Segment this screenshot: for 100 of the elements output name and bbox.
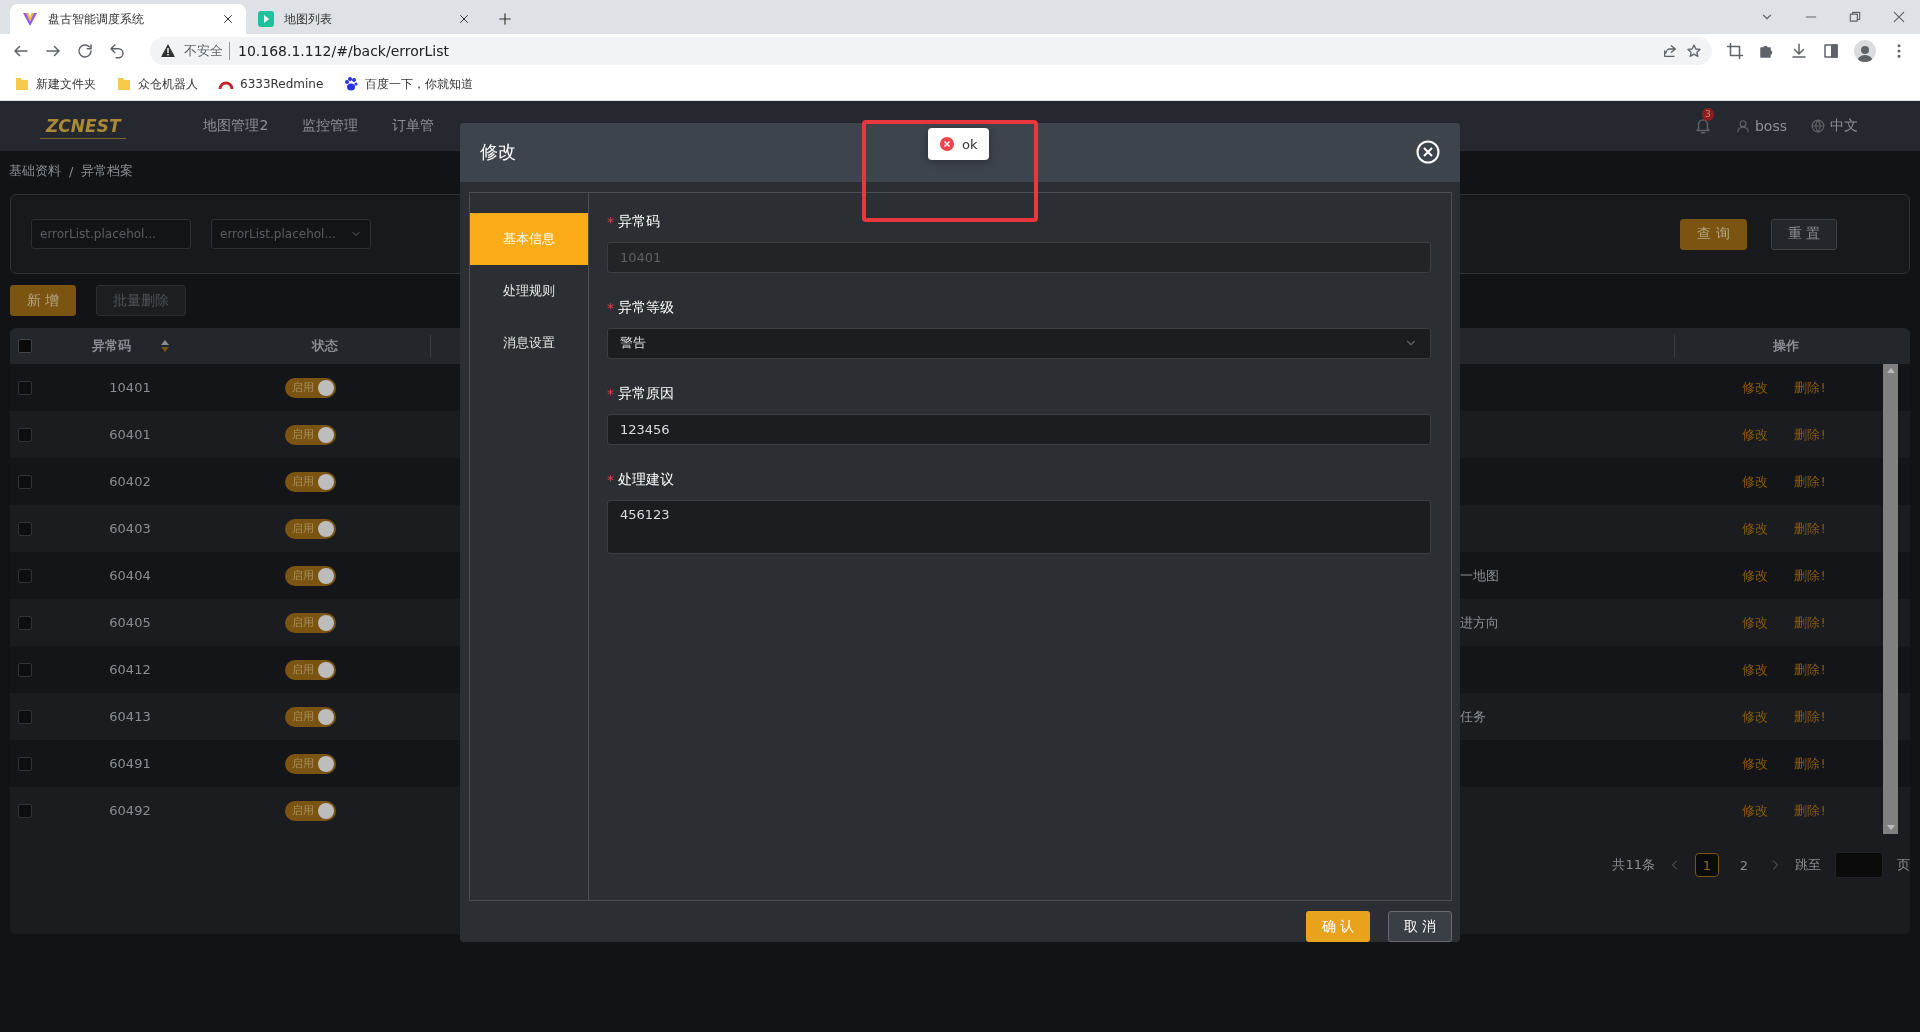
row-checkbox[interactable] (18, 709, 32, 724)
required-mark: * (607, 213, 614, 230)
row-checkbox[interactable] (18, 380, 32, 395)
add-button[interactable]: 新 增 (10, 285, 77, 316)
scroll-up-icon[interactable] (1886, 368, 1895, 373)
row-checkbox[interactable] (18, 615, 32, 630)
sort-icon[interactable] (160, 340, 169, 352)
undo-icon[interactable] (108, 42, 126, 60)
table-cell: 60413 (109, 709, 151, 724)
confirm-button[interactable]: 确 认 (1306, 911, 1370, 942)
bookmark[interactable]: 6333Redmine (218, 76, 324, 92)
status-toggle[interactable]: 启用 (284, 753, 336, 774)
nav-item[interactable]: 地图管理2 (186, 117, 286, 135)
query-button[interactable]: 查 询 (1680, 218, 1747, 250)
status-toggle[interactable]: 启用 (284, 471, 336, 492)
delete-link[interactable]: 删除! (1794, 707, 1826, 726)
row-checkbox[interactable] (18, 521, 32, 536)
filter-select[interactable]: errorList.placehol... (211, 219, 371, 249)
bookmark[interactable]: 新建文件夹 (14, 75, 96, 93)
share-icon[interactable] (1662, 43, 1678, 59)
scroll-down-icon[interactable] (1886, 825, 1895, 830)
notification-badge: 3 (1701, 108, 1714, 121)
edit-link[interactable]: 修改 (1742, 519, 1769, 538)
reset-button[interactable]: 重 置 (1770, 218, 1837, 250)
toast-text: ok (962, 136, 978, 152)
status-toggle[interactable]: 启用 (284, 659, 336, 680)
table-cell: 60404 (109, 568, 151, 583)
dialog-tab[interactable]: 处理规则 (470, 264, 588, 317)
new-tab-icon[interactable] (498, 12, 512, 26)
crop-icon[interactable] (1726, 42, 1744, 60)
delete-link[interactable]: 删除! (1794, 801, 1826, 820)
status-toggle[interactable]: 启用 (284, 565, 336, 586)
page-number[interactable]: 1 (1695, 853, 1719, 877)
table-cell: 60405 (109, 615, 151, 630)
address-bar[interactable]: 不安全 10.168.1.112/#/back/errorList (150, 37, 1712, 65)
status-toggle[interactable]: 启用 (284, 800, 336, 821)
edit-link[interactable]: 修改 (1742, 660, 1769, 679)
edit-link[interactable]: 修改 (1742, 754, 1769, 773)
download-icon[interactable] (1790, 42, 1808, 60)
bell-icon[interactable] (1693, 117, 1712, 135)
row-checkbox[interactable] (18, 803, 32, 818)
dialog-tab[interactable]: 消息设置 (470, 316, 588, 369)
status-toggle[interactable]: 启用 (284, 706, 336, 727)
close-icon[interactable] (222, 13, 234, 25)
globe-icon[interactable] (1811, 119, 1825, 133)
delete-link[interactable]: 删除! (1794, 660, 1826, 679)
field-label: 异常等级 (618, 298, 674, 317)
edit-link[interactable]: 修改 (1742, 801, 1769, 820)
level-select[interactable]: 警告 (607, 327, 1431, 359)
language-label[interactable]: 中文 (1830, 117, 1858, 135)
delete-link[interactable]: 删除! (1794, 425, 1826, 444)
status-toggle[interactable]: 启用 (284, 518, 336, 539)
profile-icon[interactable] (1854, 40, 1876, 62)
select-all-checkbox[interactable] (18, 339, 32, 353)
browser-tab[interactable]: 地图列表 (246, 4, 482, 34)
row-checkbox[interactable] (18, 427, 32, 442)
star-icon[interactable] (1686, 43, 1702, 59)
user-name[interactable]: boss (1754, 118, 1787, 134)
input-field[interactable]: 123456 (607, 413, 1431, 445)
row-checkbox[interactable] (18, 662, 32, 677)
row-checkbox[interactable] (18, 756, 32, 771)
edit-link[interactable]: 修改 (1742, 613, 1769, 632)
required-mark: * (607, 385, 614, 402)
bookmark[interactable]: 众仓机器人 (116, 75, 198, 93)
nav-item[interactable]: 订单管 (375, 117, 452, 135)
delete-link[interactable]: 删除! (1794, 378, 1826, 397)
delete-link[interactable]: 删除! (1794, 566, 1826, 585)
browser-tab[interactable]: 盘古智能调度系统 (10, 4, 246, 34)
dialog-tab[interactable]: 基本信息 (470, 212, 588, 265)
bookmark[interactable]: 百度一下，你就知道 (343, 75, 474, 93)
dialog-title: 修改 (480, 140, 516, 165)
nav-item[interactable]: 监控管理 (285, 117, 376, 135)
filter-input[interactable]: errorList.placehol... (31, 219, 191, 249)
edit-link[interactable]: 修改 (1742, 566, 1769, 585)
delete-link[interactable]: 删除! (1794, 519, 1826, 538)
user-icon[interactable] (1735, 119, 1750, 133)
required-mark: * (607, 471, 614, 488)
status-toggle[interactable]: 启用 (284, 612, 336, 633)
textarea-field[interactable]: 456123 (607, 499, 1431, 554)
delete-link[interactable]: 删除! (1794, 754, 1826, 773)
edit-link[interactable]: 修改 (1742, 472, 1769, 491)
close-icon[interactable] (458, 13, 470, 25)
row-checkbox[interactable] (18, 474, 32, 489)
reload-icon[interactable] (76, 42, 94, 60)
edit-link[interactable]: 修改 (1742, 378, 1769, 397)
breadcrumb-item[interactable]: 基础资料 (9, 162, 61, 180)
side-panel-icon[interactable] (1822, 42, 1840, 60)
scrollbar[interactable] (1883, 364, 1898, 834)
status-toggle[interactable]: 启用 (284, 424, 336, 445)
delete-link[interactable]: 删除! (1794, 472, 1826, 491)
cancel-button[interactable]: 取 消 (1388, 911, 1452, 942)
row-checkbox[interactable] (18, 568, 32, 583)
page-number[interactable]: 2 (1733, 854, 1755, 876)
table-cell: 10401 (109, 380, 151, 395)
delete-link[interactable]: 删除! (1794, 613, 1826, 632)
restore-icon[interactable] (1848, 10, 1862, 24)
status-toggle[interactable]: 启用 (284, 377, 336, 398)
table-cell: 60401 (109, 427, 151, 442)
edit-link[interactable]: 修改 (1742, 707, 1769, 726)
edit-link[interactable]: 修改 (1742, 425, 1769, 444)
